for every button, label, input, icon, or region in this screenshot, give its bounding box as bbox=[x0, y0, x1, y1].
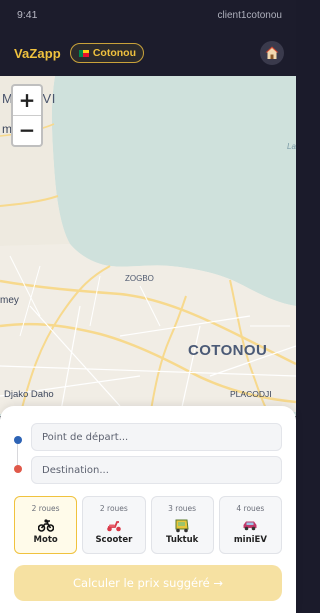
zoom-in-button[interactable]: + bbox=[13, 86, 41, 116]
brand-logo: VaZapp bbox=[14, 45, 61, 61]
status-username: client1cotonou bbox=[217, 9, 283, 21]
map-label-mey: mey bbox=[0, 295, 19, 306]
app-header: VaZapp Cotonou bbox=[0, 30, 296, 76]
car-icon bbox=[242, 515, 258, 535]
booking-sheet: Point de départ... Destination... 2 roue… bbox=[0, 406, 296, 613]
vehicle-name: Moto bbox=[33, 535, 58, 545]
vehicle-selector: 2 roues Moto 2 roues Scooter 3 roues Tuk… bbox=[14, 496, 282, 554]
city-selector[interactable]: Cotonou bbox=[69, 43, 144, 63]
departure-input[interactable]: Point de départ... bbox=[31, 423, 282, 451]
vehicle-option-moto[interactable]: 2 roues Moto bbox=[14, 496, 78, 554]
motorbike-icon bbox=[37, 515, 54, 535]
vehicle-wheels: 2 roues bbox=[31, 504, 60, 513]
vehicle-wheels: 2 roues bbox=[99, 504, 128, 513]
zoom-control: + − bbox=[11, 84, 43, 147]
destination-dot-icon bbox=[13, 465, 22, 473]
vehicle-name: miniEV bbox=[233, 535, 267, 545]
vehicle-option-scooter[interactable]: 2 roues Scooter bbox=[82, 496, 146, 554]
home-button[interactable] bbox=[260, 41, 284, 65]
departure-dot-icon bbox=[13, 436, 22, 444]
destination-input[interactable]: Destination... bbox=[31, 456, 282, 484]
map-label-lake: Lac bbox=[287, 142, 296, 151]
vehicle-wheels: 3 roues bbox=[168, 504, 197, 513]
status-time: 9:41 bbox=[17, 9, 38, 21]
scooter-icon bbox=[106, 515, 122, 535]
status-bar: 9:41 client1cotonou bbox=[0, 0, 296, 30]
vehicle-name: Tuktuk bbox=[165, 535, 199, 545]
house-icon bbox=[265, 46, 279, 59]
vehicle-option-tuktuk[interactable]: 3 roues Tuktuk bbox=[150, 496, 214, 554]
benin-flag-icon bbox=[78, 49, 89, 57]
vehicle-option-minicar[interactable]: 4 roues miniEV bbox=[218, 496, 282, 554]
map-view[interactable]: M ALAVI m lalavi Lac ZOGBO mey COTONOU D… bbox=[0, 76, 296, 416]
zoom-out-button[interactable]: − bbox=[13, 116, 41, 146]
calculate-price-button[interactable]: Calculer le prix suggéré → bbox=[14, 565, 282, 601]
tuktuk-icon bbox=[174, 515, 190, 535]
map-label-djako-daho: Djako Daho bbox=[4, 389, 54, 400]
map-tiles bbox=[0, 76, 296, 416]
map-label-zogbo: ZOGBO bbox=[125, 274, 154, 283]
map-label-placodji: PLACODJI bbox=[230, 389, 272, 399]
vehicle-name: Scooter bbox=[95, 535, 133, 545]
city-label: Cotonou bbox=[92, 47, 136, 59]
vehicle-wheels: 4 roues bbox=[236, 504, 265, 513]
map-label-cotonou: COTONOU bbox=[188, 342, 268, 359]
